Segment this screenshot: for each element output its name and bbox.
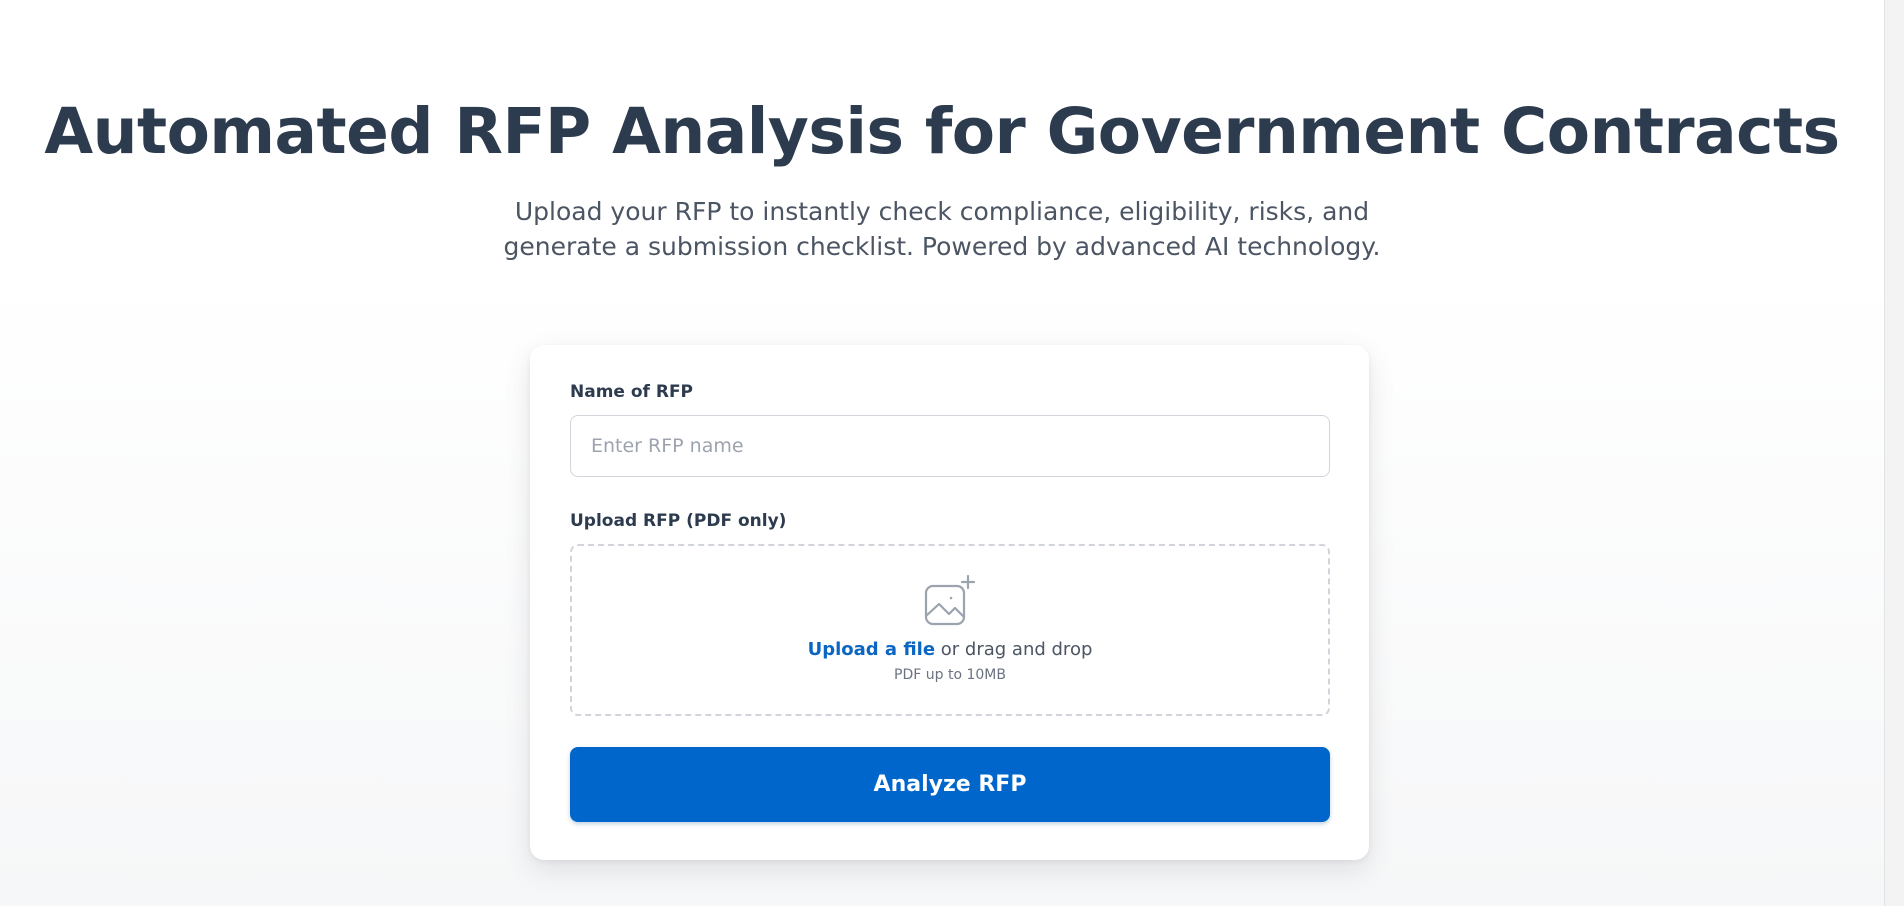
rfp-name-label: Name of RFP bbox=[570, 382, 694, 402]
upload-instructions: Upload a file or drag and drop bbox=[572, 638, 1328, 662]
page-subtitle: Upload your RFP to instantly check compl… bbox=[503, 197, 1381, 261]
upload-file-link[interactable]: Upload a file bbox=[808, 639, 935, 660]
hero-section: Automated RFP Analysis for Government Co… bbox=[0, 90, 1884, 264]
upload-rfp-label: Upload RFP (PDF only) bbox=[570, 511, 787, 531]
rfp-name-input[interactable] bbox=[570, 415, 1330, 477]
image-add-icon bbox=[923, 574, 977, 628]
drag-drop-text: or drag and drop bbox=[935, 639, 1093, 660]
rfp-upload-card: Name of RFP Upload RFP (PDF only) Upload… bbox=[530, 345, 1369, 860]
upload-hint: PDF up to 10MB bbox=[894, 667, 1006, 683]
vertical-scrollbar[interactable] bbox=[1884, 0, 1904, 906]
file-dropzone[interactable]: Upload a file or drag and drop PDF up to… bbox=[570, 544, 1330, 716]
analyze-rfp-button[interactable]: Analyze RFP bbox=[570, 747, 1330, 822]
page-title: Automated RFP Analysis for Government Co… bbox=[44, 95, 1840, 168]
